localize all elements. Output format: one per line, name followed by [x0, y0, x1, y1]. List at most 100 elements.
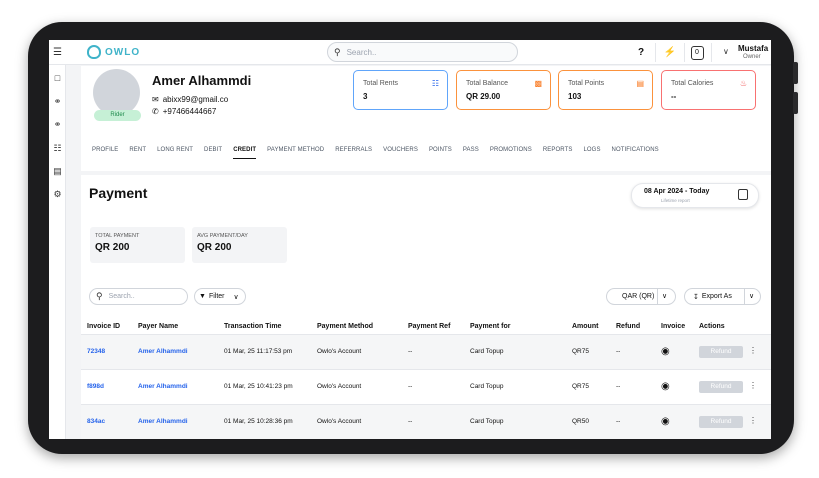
payer-link[interactable]: Amer Alhammdi — [138, 383, 188, 390]
profile-tabs: PROFILE RENT LONG RENT DEBIT CREDIT PAYM… — [92, 147, 670, 159]
phone-icon: ✆ — [152, 107, 159, 116]
tab-promotions[interactable]: PROMOTIONS — [490, 147, 532, 159]
divider — [711, 43, 712, 62]
tab-rent[interactable]: RENT — [129, 147, 146, 159]
search-placeholder: Search.. — [346, 47, 377, 57]
column-header[interactable]: Transaction Time — [224, 319, 317, 335]
payment-ref: -- — [408, 334, 470, 370]
table-search-input[interactable]: ⚲ Search.. — [89, 288, 188, 305]
invoice-link[interactable]: f898d — [87, 383, 104, 390]
column-header[interactable]: Payer Name — [138, 319, 224, 335]
currency-value: QAR (QR) — [622, 293, 655, 300]
stat-total-points: Total Points 103 ▤ — [558, 70, 653, 110]
tab-pass[interactable]: PASS — [463, 147, 479, 159]
stat-value: 103 — [568, 92, 582, 101]
network-icon: ☷ — [431, 79, 439, 88]
eye-icon[interactable]: ◉ — [661, 381, 670, 392]
amount: QR50 — [572, 404, 616, 439]
column-header[interactable]: Payment Method — [317, 319, 408, 335]
more-options-icon[interactable]: ⋮ — [749, 346, 757, 355]
eye-icon[interactable]: ◉ — [661, 416, 670, 427]
transaction-time: 01 Mar, 25 10:41:23 pm — [224, 369, 317, 405]
tab-points[interactable]: POINTS — [429, 147, 452, 159]
network-icon[interactable]: ☷ — [51, 142, 64, 155]
date-range: 08 Apr 2024 - Today — [644, 188, 710, 195]
top-bar: ☰ OWLO ⚲ Search.. ? ⚡ 0 ∨ Mustafa Owner — [49, 40, 771, 65]
app-screen: ☰ OWLO ⚲ Search.. ? ⚡ 0 ∨ Mustafa Owner … — [49, 40, 771, 439]
column-header[interactable]: Payment Ref — [408, 319, 470, 335]
tab-referrals[interactable]: REFERRALS — [335, 147, 372, 159]
tab-payment-method[interactable]: PAYMENT METHOD — [267, 147, 324, 159]
tab-profile[interactable]: PROFILE — [92, 147, 118, 159]
more-options-icon[interactable]: ⋮ — [749, 416, 757, 425]
role-badge: Rider — [94, 110, 141, 121]
notification-button[interactable]: 0 — [687, 43, 707, 62]
invoice-link[interactable]: 834ac — [87, 418, 105, 425]
menu-icon[interactable]: ☰ — [51, 46, 64, 59]
phone-row: ✆ +97466444667 — [152, 107, 216, 116]
search-icon: ⚲ — [96, 291, 103, 301]
brand-logo[interactable]: OWLO — [87, 44, 140, 60]
layers-icon[interactable]: ▤ — [51, 165, 64, 178]
table-row: f898d Amer Alhammdi 01 Mar, 25 10:41:23 … — [81, 369, 771, 405]
amount: QR75 — [572, 334, 616, 370]
table-header-row: Invoice ID Payer Name Transaction Time P… — [81, 319, 771, 335]
global-search-input[interactable]: ⚲ Search.. — [327, 42, 518, 62]
chevron-down-icon[interactable]: ∨ — [723, 47, 729, 56]
money-icon: ▩ — [534, 79, 542, 88]
chevron-down-icon: ∨ — [233, 293, 239, 301]
mail-icon: ✉ — [152, 95, 159, 104]
refund-button[interactable]: Refund — [699, 415, 743, 428]
chevron-down-icon: ∨ — [749, 293, 755, 300]
export-button[interactable]: ↧ Export As ∨ — [684, 288, 761, 305]
profile-header: Rider Amer Alhammdi ✉ abixx99@gmail.co ✆… — [81, 66, 771, 171]
refund-button[interactable]: Refund — [699, 380, 743, 393]
column-header[interactable]: Amount — [572, 319, 616, 335]
column-header[interactable]: Payment for — [470, 319, 572, 335]
divider — [657, 289, 658, 304]
tab-notifications[interactable]: NOTIFICATIONS — [612, 147, 659, 159]
user-name[interactable]: Mustafa — [738, 44, 768, 53]
more-options-icon[interactable]: ⋮ — [749, 381, 757, 390]
refund-button[interactable]: Refund — [699, 345, 743, 358]
payments-table: Invoice ID Payer Name Transaction Time P… — [81, 319, 771, 439]
user-role: Owner — [743, 54, 761, 60]
column-header[interactable]: Invoice ID — [81, 319, 138, 335]
chevron-down-icon: ∨ — [662, 293, 668, 300]
date-range-caption: Lifetime report — [661, 198, 690, 203]
help-icon[interactable]: ? — [631, 43, 651, 62]
bicycle-icon[interactable]: ⚭ — [51, 95, 64, 108]
filter-icon: ▼ — [199, 293, 206, 300]
table-row: 72348 Amer Alhammdi 01 Mar, 25 11:17:53 … — [81, 334, 771, 370]
tab-long-rent[interactable]: LONG RENT — [157, 147, 193, 159]
power-icon[interactable]: ⚡ — [660, 43, 680, 62]
tab-reports[interactable]: REPORTS — [543, 147, 573, 159]
divider — [744, 289, 745, 304]
refund-value: -- — [616, 334, 661, 370]
currency-select[interactable]: QAR (QR) ∨ — [606, 288, 676, 305]
notification-count: 0 — [690, 45, 704, 60]
payment-for: Card Topup — [470, 369, 572, 405]
invoice-link[interactable]: 72348 — [87, 348, 105, 355]
column-header[interactable]: Invoice — [661, 319, 699, 335]
tab-debit[interactable]: DEBIT — [204, 147, 222, 159]
filter-label: Filter — [208, 293, 225, 300]
date-range-picker[interactable]: 08 Apr 2024 - Today Lifetime report — [631, 183, 759, 208]
payer-link[interactable]: Amer Alhammdi — [138, 418, 188, 425]
tab-logs[interactable]: LOGS — [583, 147, 600, 159]
filter-button[interactable]: ▼ Filter ∨ — [194, 288, 246, 305]
refund-value: -- — [616, 404, 661, 439]
table-row: 834ac Amer Alhammdi 01 Mar, 25 10:28:36 … — [81, 404, 771, 439]
profile-phone: +97466444667 — [162, 107, 217, 116]
map-icon[interactable]: □ — [51, 72, 64, 85]
summary-value: QR 200 — [197, 242, 232, 253]
column-header[interactable]: Refund — [616, 319, 661, 335]
scooter-icon[interactable]: ⚭ — [51, 118, 64, 131]
tab-credit[interactable]: CREDIT — [233, 147, 257, 159]
divider — [684, 43, 685, 62]
payer-link[interactable]: Amer Alhammdi — [138, 348, 188, 355]
column-header[interactable]: Actions — [699, 319, 771, 335]
tab-vouchers[interactable]: VOUCHERS — [383, 147, 418, 159]
eye-icon[interactable]: ◉ — [661, 346, 670, 357]
gear-icon[interactable]: ⚙ — [51, 188, 64, 201]
